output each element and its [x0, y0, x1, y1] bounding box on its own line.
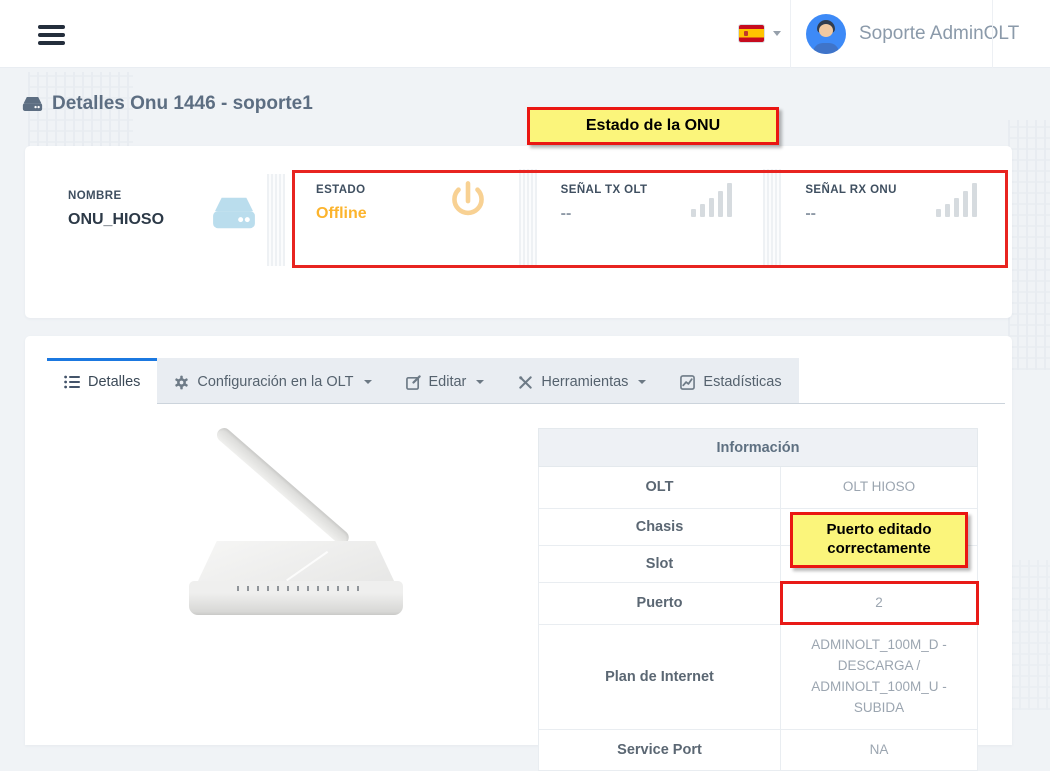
row-value-service-port: NA: [781, 729, 978, 771]
row-label-olt: OLT: [539, 467, 781, 509]
tab-herramientas[interactable]: Herramientas: [501, 358, 663, 403]
gear-icon: [174, 375, 189, 390]
router-body-top: [197, 541, 395, 583]
section-divider: [267, 174, 285, 266]
status-strip: ESTADO Offline SEÑAL TX OLT -- SEÑAL RX …: [292, 167, 1008, 267]
signal-bars-icon: [689, 180, 735, 218]
row-value-plan-de-internet: ADMINOLT_100M_D - DESCARGA / ADMINOLT_10…: [781, 624, 978, 729]
tab-editar[interactable]: Editar: [389, 358, 502, 403]
section-divider: [519, 169, 537, 265]
avatar: [806, 14, 846, 54]
status-section-estado: ESTADO Offline: [292, 167, 519, 267]
name-value: ONU_HIOSO: [68, 211, 164, 229]
row-label-service-port: Service Port: [539, 729, 781, 771]
row-label-puerto: Puerto: [539, 582, 781, 624]
page-title-text: Detalles Onu 1446 - soporte1: [52, 93, 313, 115]
tab-configuracion-en-la-olt[interactable]: Configuración en la OLT: [157, 358, 388, 403]
tab-detalles[interactable]: Detalles: [47, 358, 157, 404]
row-label-slot: Slot: [539, 545, 781, 582]
page-title: Detalles Onu 1446 - soporte1: [22, 93, 313, 115]
table-row: Puerto 2: [539, 582, 978, 624]
background-sparkle-decoration: [1008, 120, 1050, 370]
router-body-front: [189, 581, 403, 615]
details-card: Detalles Configuración en la OLT Editar …: [25, 336, 1012, 745]
router-leds: [237, 586, 362, 591]
annotation-estado-onu: Estado de la ONU: [527, 107, 779, 145]
chart-icon: [680, 375, 695, 390]
table-row: OLT OLT HIOSO: [539, 467, 978, 509]
onu-product-image: [175, 421, 515, 631]
info-table: Información OLT OLT HIOSO Chasis Slot Pu…: [538, 428, 978, 771]
tools-icon: [518, 375, 533, 390]
background-sparkle-decoration: [1010, 560, 1050, 710]
chevron-down-icon: [773, 31, 781, 36]
row-label-chasis: Chasis: [539, 508, 781, 545]
info-table-header: Información: [539, 429, 978, 467]
row-value-olt: OLT HIOSO: [781, 467, 978, 509]
user-menu[interactable]: Soporte AdminOLT: [806, 14, 1019, 54]
menu-toggle-button[interactable]: [38, 25, 65, 45]
router-icon: [211, 194, 257, 232]
annotation-puerto-editado: Puerto editado correctamente: [790, 512, 968, 568]
language-selector[interactable]: [739, 25, 781, 42]
chevron-down-icon: [364, 380, 372, 384]
chevron-down-icon: [476, 380, 484, 384]
edit-icon: [406, 375, 421, 390]
spain-flag-icon: [739, 25, 764, 42]
name-block: NOMBRE ONU_HIOSO: [68, 190, 164, 229]
topbar-divider: [790, 0, 791, 68]
status-card: NOMBRE ONU_HIOSO ESTADO Offline SEÑAL TX…: [25, 146, 1012, 318]
tabs: Detalles Configuración en la OLT Editar …: [47, 358, 1005, 404]
topbar-divider: [992, 0, 993, 68]
row-value-puerto-highlighted: 2: [781, 582, 978, 624]
onu-device-icon: [22, 95, 43, 113]
chevron-down-icon: [638, 380, 646, 384]
user-name: Soporte AdminOLT: [859, 23, 1019, 45]
tab-estadisticas[interactable]: Estadísticas: [663, 358, 798, 403]
status-section-rx: SEÑAL RX ONU --: [781, 167, 1008, 267]
section-divider: [763, 169, 781, 265]
table-row: Service Port NA: [539, 729, 978, 771]
topbar: Soporte AdminOLT: [0, 0, 1050, 68]
signal-bars-icon: [934, 180, 980, 218]
row-label-plan-de-internet: Plan de Internet: [539, 624, 781, 729]
router-antenna: [214, 425, 351, 547]
status-section-tx: SEÑAL TX OLT --: [537, 167, 764, 267]
table-row: Plan de Internet ADMINOLT_100M_D - DESCA…: [539, 624, 978, 729]
list-icon: [64, 375, 80, 389]
power-icon: [445, 180, 491, 226]
name-label: NOMBRE: [68, 190, 164, 202]
